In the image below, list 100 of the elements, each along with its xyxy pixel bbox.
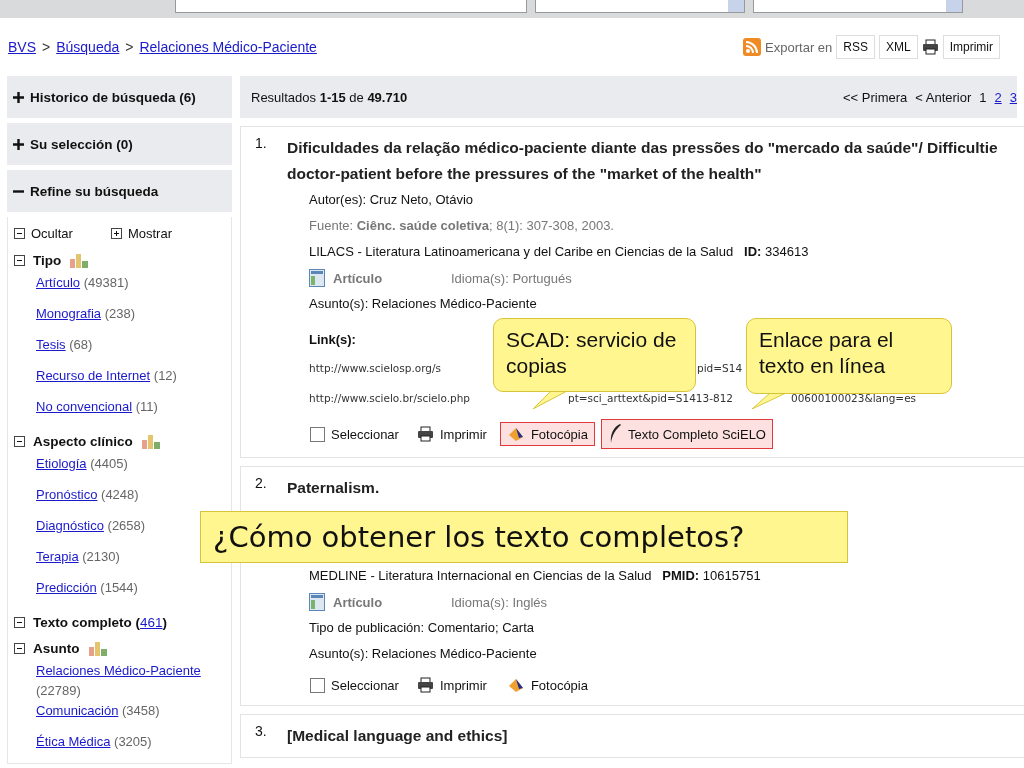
facet-link[interactable]: Relaciones Médico-Paciente [36,663,201,678]
results-summary: Resultados 1-15 de 49.710 [251,89,408,105]
breadcrumb-link[interactable]: BVS [8,39,36,55]
url-link[interactable]: pid=S14 [697,362,743,374]
publication-type-text: Tipo de publicación: Comentario; Carta [309,619,534,637]
headline-tooltip: ¿Cómo obtener los texto completos? [200,511,848,563]
facet-link[interactable]: Terapia [36,549,79,564]
collapse-icon[interactable] [14,616,25,628]
page-link[interactable]: 2 [994,89,1002,105]
links-label: Link(s): [309,331,356,349]
facet-count: (49381) [83,275,129,290]
result-number: 3. [255,723,268,741]
facet-count: (12) [153,368,177,383]
result-title[interactable]: Dificuldades da relação médico-paciente diante das pressões do "mercado da saúde"/ Difficultie doctor-patient before the pressures of the "market of the health" [287,135,998,187]
facet-count: (3458) [122,703,160,718]
bar-chart-icon[interactable] [87,640,108,656]
document-type: Artículo [333,270,384,286]
facet-link[interactable]: Diagnóstico [36,518,104,533]
toggle-link[interactable]: Ocultar [31,225,73,241]
callout-tooltip: Enlace para el texto en línea [746,318,952,394]
url-link[interactable]: http://www.scielo.br/scielo.php [309,392,471,404]
plus-icon[interactable] [13,91,24,103]
document-icon [309,269,325,287]
subject-text: Asunto(s): Relaciones Médico-Paciente [309,295,537,313]
printer-icon [416,426,434,442]
callout-tooltip: SCAD: servicio de copias [493,318,696,392]
page-link[interactable]: << Primera [842,89,908,105]
select-field[interactable] [753,0,963,13]
document-type: Artículo [333,594,384,610]
photocopy-button[interactable]: Fotocópia [499,422,595,446]
result-title[interactable]: [Medical language and ethics] [287,723,508,749]
facet-title: Asunto [33,640,80,656]
facet-title: Aspecto clínico [33,433,133,449]
print-button[interactable]: Imprimir [942,35,1000,59]
facet-title: Tipo [33,252,62,268]
language-text: Idioma(s): Portugués [451,270,572,286]
facet-count: (4248) [101,487,139,502]
facet-link[interactable]: Pronóstico [36,487,98,502]
export-format-button[interactable]: XML [879,35,918,59]
sidebar-panel-header[interactable]: Refine su búsqueda [7,170,232,212]
breadcrumb-link[interactable]: Búsqueda [56,39,120,55]
facet-count: (1544) [100,580,138,595]
result-number: 1. [255,135,268,153]
source-text: Fuente: Ciênc. saúde coletiva; 8(1): 307-308, 2003. [309,217,614,235]
select-label[interactable]: Seleccionar [331,677,399,693]
full-text-button[interactable]: Texto Completo SciELO [600,419,773,449]
printer-icon [921,39,939,55]
facet-link[interactable]: Recurso de Internet [36,368,151,383]
photocopy-button[interactable]: Fotocópia [499,673,595,697]
url-link[interactable]: http://www.scielosp.org/s [309,362,441,374]
breadcrumb-separator: > [125,39,134,55]
bar-chart-icon[interactable] [140,433,161,449]
print-button[interactable]: Imprimir [409,673,494,697]
sidebar-panel-header[interactable]: Su selección (0) [7,123,232,165]
breadcrumb-link[interactable]: Relaciones Médico-Paciente [139,39,317,55]
export-label: Exportar en [765,39,833,55]
bar-chart-icon[interactable] [69,252,90,268]
facet-count: (22789) [36,683,81,698]
print-button[interactable]: Imprimir [409,422,494,446]
facet-count: (68) [69,337,93,352]
search-field[interactable] [175,0,527,13]
collapse-icon[interactable] [14,642,25,654]
facet-link[interactable]: Predicción [36,580,97,595]
sidebar-panel-header[interactable]: Historico de búsqueda (6) [7,76,232,118]
facet-count: (2658) [107,518,146,533]
collapse-icon[interactable] [14,227,25,239]
breadcrumb-separator: > [42,39,51,55]
collapse-icon[interactable] [14,435,25,447]
author-text: Autor(es): Cruz Neto, Otávio [309,191,473,209]
facet-link[interactable]: Monografia [36,306,102,321]
expand-icon[interactable] [110,227,122,239]
facet-link[interactable]: Artículo [36,275,81,290]
toggle-link[interactable]: Mostrar [127,225,172,241]
select-label[interactable]: Seleccionar [331,426,399,442]
printer-icon [416,677,434,693]
facet-link[interactable]: Etiología [36,456,87,471]
facet-count: (11) [135,399,158,414]
document-icon [309,593,325,611]
facet-link[interactable]: Tesis [36,337,66,352]
page-link[interactable]: < Anterior [915,89,972,105]
facet-link[interactable]: No convencional [36,399,133,414]
facet-title: Texto completo (461) [33,614,168,630]
select-field[interactable] [535,0,745,13]
url-link[interactable]: 00600100023&lang=es [791,392,917,404]
language-text: Idioma(s): Inglés [451,594,548,610]
database-text: LILACS - Literatura Latinoamericana y del Caribe en Ciencias de la Salud ID: 334613 [309,243,809,261]
checkbox[interactable] [310,677,325,693]
facet-link[interactable]: Comunicación [36,703,119,718]
subject-text: Asunto(s): Relaciones Médico-Paciente [309,645,537,663]
collapse-icon[interactable] [14,254,25,266]
count-link[interactable]: 461 [140,614,163,630]
facet-count: (2130) [82,549,120,564]
page-link[interactable]: 3 [1009,89,1017,105]
checkbox[interactable] [310,426,325,442]
page-link[interactable]: 1 [979,89,987,105]
plus-icon[interactable] [13,138,24,150]
export-format-button[interactable]: RSS [836,35,875,59]
facet-link[interactable]: Ética Médica [36,734,111,749]
result-title[interactable]: Paternalism. [287,475,380,501]
url-link[interactable]: pt=sci_arttext&pid=S1413-812 [568,392,734,404]
